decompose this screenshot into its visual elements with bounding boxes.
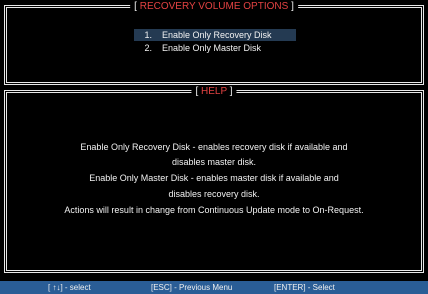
help-text-line: Enable Only Master Disk - enables master… [89,173,339,183]
option-enable-only-recovery-disk[interactable]: 1. Enable Only Recovery Disk [134,29,296,41]
title-bracket-open: [ [195,86,199,97]
previous-menu-key-hint: [ESC] - Previous Menu [151,283,233,292]
help-panel: [ HELP ] Enable Only Recovery Disk - ena… [4,86,424,273]
title-bracket-close: ] [229,86,233,97]
options-panel-title-text: RECOVERY VOLUME OPTIONS [139,1,289,12]
title-bracket-open: [ [134,1,137,12]
key-hint-status-bar: [ ↑↓] - select [ESC] - Previous Menu [EN… [0,281,428,294]
option-label: Enable Only Recovery Disk [162,30,272,40]
enter-select-key-hint: [ENTER] - Select [274,283,335,292]
help-text-line: Actions will result in change from Conti… [64,205,364,215]
select-key-hint: [ ↑↓] - select [48,283,91,292]
help-text-line: disables master disk. [171,157,257,167]
option-number: 1. [144,30,152,40]
title-bracket-close: ] [291,1,294,12]
help-text-line: Enable Only Recovery Disk - enables reco… [80,142,348,152]
help-panel-title-text: HELP [201,86,227,97]
option-enable-only-master-disk[interactable]: 2. Enable Only Master Disk [134,42,265,54]
help-text-line: disables recovery disk. [168,189,260,199]
recovery-options-panel: [ RECOVERY VOLUME OPTIONS ] 1. Enable Onl… [4,2,424,85]
option-number: 2. [144,43,152,53]
option-label: Enable Only Master Disk [162,43,262,53]
options-panel-title: [ RECOVERY VOLUME OPTIONS ] [130,2,298,12]
help-panel-title: [ HELP ] [191,86,237,97]
